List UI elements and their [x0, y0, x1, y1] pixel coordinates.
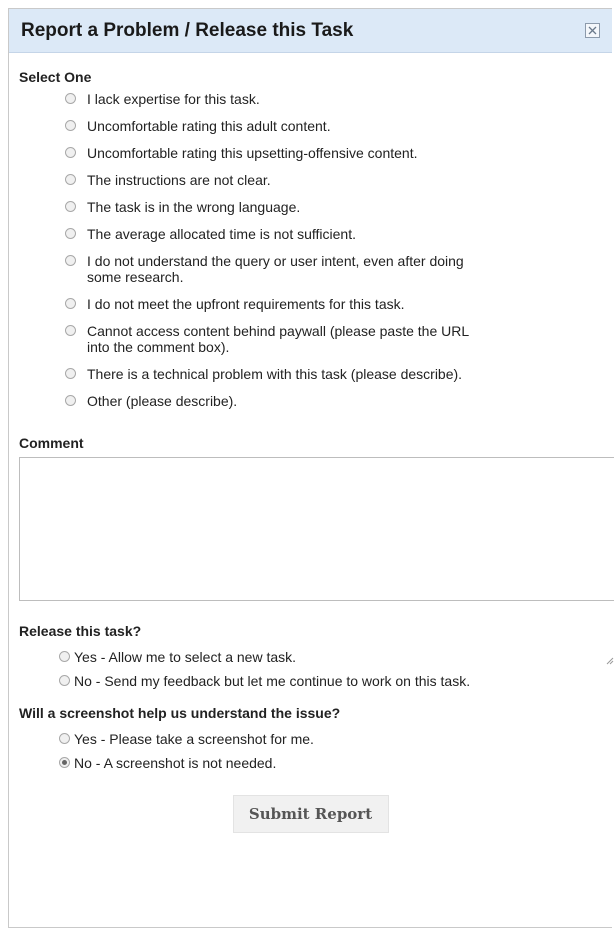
report-problem-dialog: Report a Problem / Release this Task Sel… [8, 8, 614, 928]
submit-report-button[interactable]: Submit Report [232, 795, 389, 833]
problem-option-2[interactable]: Uncomfortable rating this adult content. [65, 118, 602, 134]
option-label: I do not meet the upfront requirements f… [87, 296, 405, 312]
radio-button[interactable] [65, 255, 76, 266]
problem-option-6[interactable]: The average allocated time is not suffic… [65, 226, 602, 242]
screenshot-option-no[interactable]: No - A screenshot is not needed. [59, 755, 602, 771]
problem-option-3[interactable]: Uncomfortable rating this upsetting-offe… [65, 145, 602, 161]
problem-option-4[interactable]: The instructions are not clear. [65, 172, 602, 188]
radio-button[interactable] [65, 298, 76, 309]
option-label: There is a technical problem with this t… [87, 366, 463, 382]
radio-button[interactable] [65, 174, 76, 185]
problem-option-1[interactable]: I lack expertise for this task. [65, 91, 602, 107]
screenshot-options: Yes - Please take a screenshot for me. N… [19, 731, 602, 771]
comment-label: Comment [19, 435, 84, 451]
option-label: Uncomfortable rating this adult content. [87, 118, 331, 134]
resize-handle-icon[interactable] [606, 657, 614, 665]
option-label: Yes - Allow me to select a new task. [74, 649, 297, 665]
option-label: The instructions are not clear. [87, 172, 271, 188]
radio-button[interactable] [65, 395, 76, 406]
radio-button[interactable] [65, 368, 76, 379]
radio-button[interactable] [65, 147, 76, 158]
problem-option-11[interactable]: Other (please describe). [65, 393, 602, 409]
option-label: The task is in the wrong language. [87, 199, 301, 215]
close-icon[interactable] [585, 23, 600, 38]
radio-button[interactable] [65, 93, 76, 104]
option-label: Cannot access content behind paywall (pl… [87, 323, 470, 355]
option-label: Uncomfortable rating this upsetting-offe… [87, 145, 418, 161]
problem-option-7[interactable]: I do not understand the query or user in… [65, 253, 602, 285]
problem-options: I lack expertise for this task. Uncomfor… [19, 91, 602, 409]
dialog-header: Report a Problem / Release this Task [9, 9, 612, 53]
select-one-label: Select One [19, 69, 92, 85]
problem-option-5[interactable]: The task is in the wrong language. [65, 199, 602, 215]
option-label: Other (please describe). [87, 393, 238, 409]
release-task-label: Release this task? [19, 623, 142, 639]
release-option-no[interactable]: No - Send my feedback but let me continu… [59, 673, 602, 689]
problem-option-9[interactable]: Cannot access content behind paywall (pl… [65, 323, 602, 355]
option-label: I do not understand the query or user in… [87, 253, 464, 285]
option-label: No - Send my feedback but let me continu… [74, 673, 471, 689]
comment-textarea[interactable] [19, 457, 614, 601]
option-label: I lack expertise for this task. [87, 91, 260, 107]
radio-button[interactable] [65, 201, 76, 212]
problem-option-10[interactable]: There is a technical problem with this t… [65, 366, 602, 382]
option-label: The average allocated time is not suffic… [87, 226, 357, 242]
release-options: Yes - Allow me to select a new task. No … [19, 649, 602, 689]
option-label: No - A screenshot is not needed. [74, 755, 277, 771]
problem-option-8[interactable]: I do not meet the upfront requirements f… [65, 296, 602, 312]
radio-button[interactable] [59, 675, 70, 686]
radio-button[interactable] [59, 651, 70, 662]
radio-button-selected[interactable] [59, 757, 70, 768]
radio-button[interactable] [65, 120, 76, 131]
radio-button[interactable] [65, 228, 76, 239]
screenshot-option-yes[interactable]: Yes - Please take a screenshot for me. [59, 731, 602, 747]
radio-button[interactable] [65, 325, 76, 336]
dialog-title: Report a Problem / Release this Task [21, 19, 354, 41]
screenshot-question-label: Will a screenshot help us understand the… [19, 705, 341, 721]
option-label: Yes - Please take a screenshot for me. [74, 731, 314, 747]
release-option-yes[interactable]: Yes - Allow me to select a new task. [59, 649, 602, 665]
radio-button[interactable] [59, 733, 70, 744]
